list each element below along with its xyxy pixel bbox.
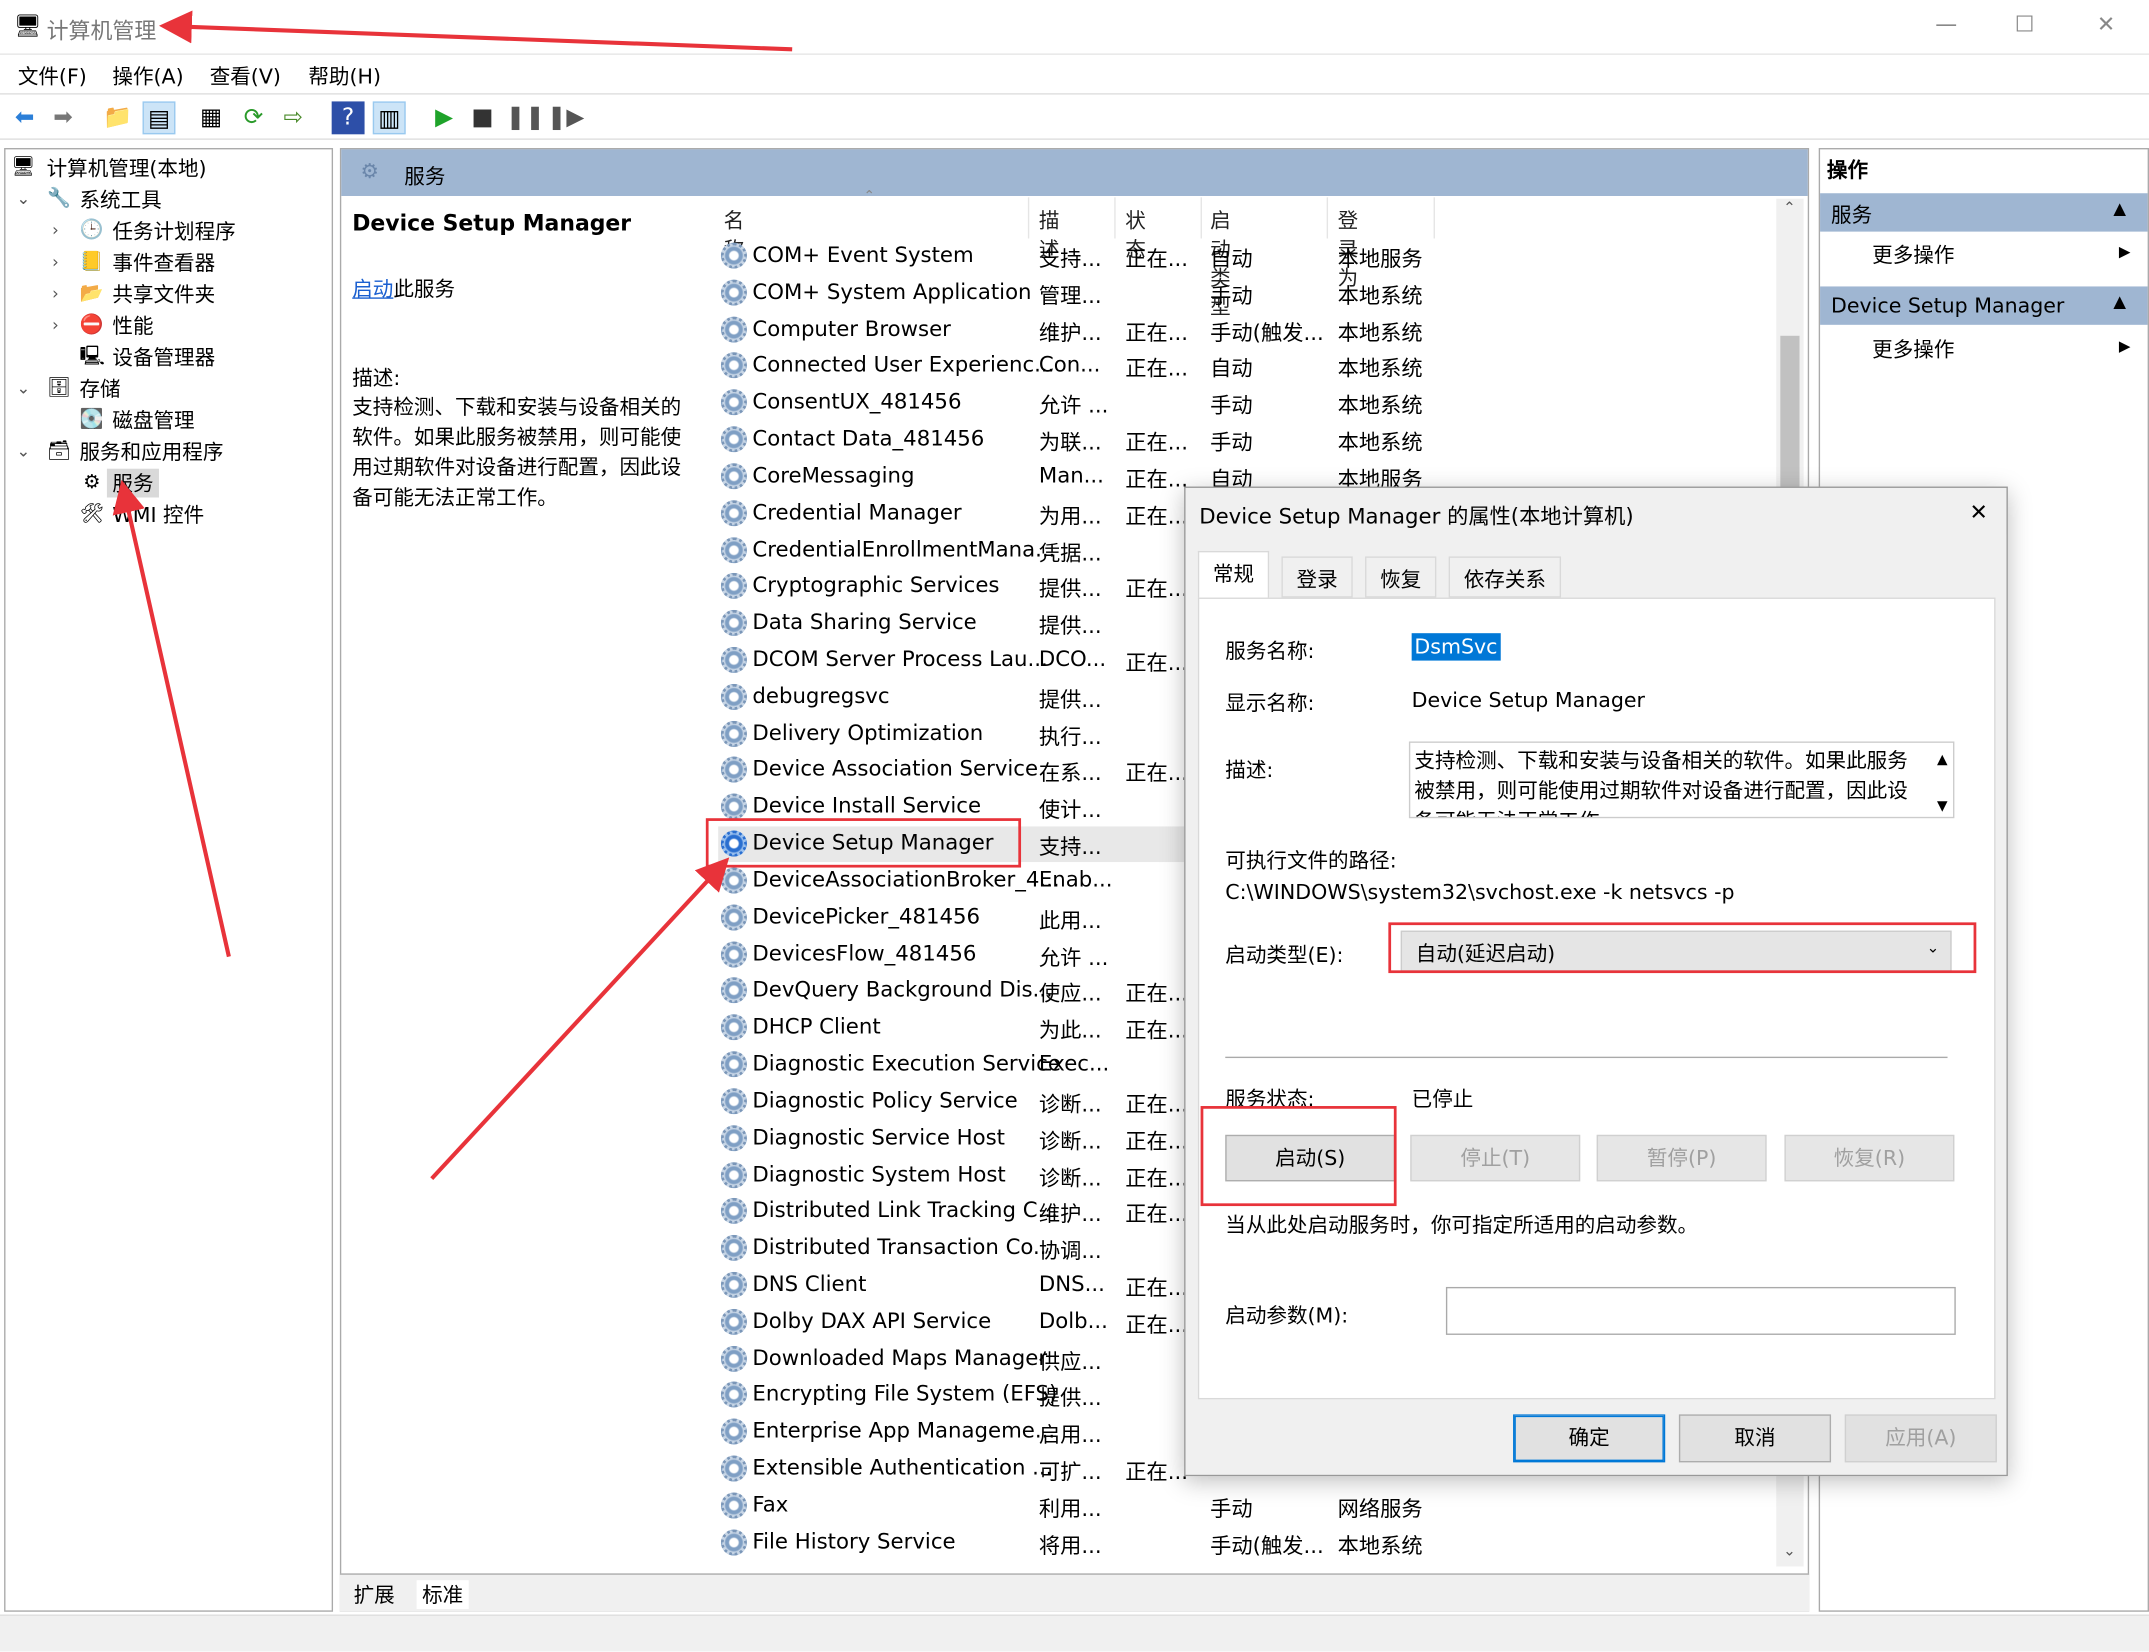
arrow-to-selected-service <box>430 857 730 1181</box>
arrow-to-services-node <box>112 479 231 958</box>
arrow-to-title <box>158 10 793 52</box>
annotation-arrows <box>112 10 793 1181</box>
